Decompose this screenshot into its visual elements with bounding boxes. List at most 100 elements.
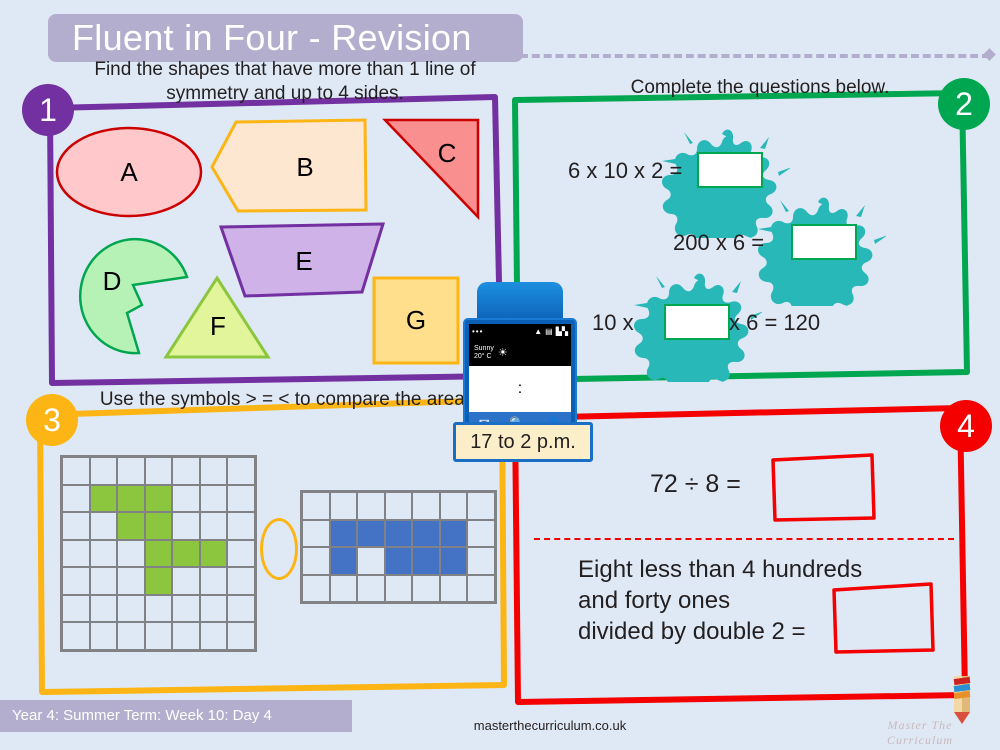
grid-cell[interactable]	[467, 547, 495, 575]
grid-cell[interactable]	[62, 567, 90, 595]
grid-cell[interactable]	[357, 492, 385, 520]
grid-cell[interactable]	[172, 512, 200, 540]
shape-label-d: D	[102, 265, 122, 296]
grid-cell[interactable]	[62, 484, 90, 513]
grid-cell[interactable]	[62, 512, 90, 540]
grid-cell[interactable]	[302, 574, 330, 602]
grid-cell[interactable]	[89, 457, 118, 485]
grid-cell[interactable]	[62, 594, 90, 623]
grid-cell[interactable]	[329, 519, 358, 547]
grid-cell[interactable]	[117, 457, 145, 485]
grid-cell[interactable]	[412, 492, 440, 520]
grid-cell[interactable]	[89, 512, 118, 540]
grid-cell[interactable]	[357, 574, 385, 602]
grid-cell[interactable]	[357, 547, 385, 575]
grid-cell[interactable]	[227, 539, 255, 568]
grid-cell[interactable]	[62, 457, 90, 485]
grid-cell[interactable]	[199, 484, 228, 513]
grid-cell[interactable]	[227, 512, 255, 540]
grid-cell[interactable]	[412, 519, 440, 547]
grid-cell[interactable]	[62, 539, 90, 568]
shape-label-g: G	[405, 304, 427, 335]
grid-cell[interactable]	[412, 574, 440, 602]
battery-icon: ▤	[545, 327, 553, 336]
grid-cell[interactable]	[227, 484, 255, 513]
weather-text: Sunny 20° C	[474, 345, 494, 360]
grid-cell[interactable]	[439, 547, 468, 575]
grid-cell[interactable]	[199, 512, 228, 540]
grid-cell[interactable]	[329, 547, 358, 575]
comparison-answer-oval[interactable]	[260, 518, 298, 580]
grid-cell[interactable]	[467, 574, 495, 602]
grid-cell[interactable]	[227, 457, 255, 485]
grid-cell[interactable]	[172, 484, 200, 513]
grid-cell[interactable]	[89, 484, 118, 513]
grid-cell[interactable]	[199, 594, 228, 623]
shape-d-sector	[78, 237, 189, 355]
shape-label-a: A	[120, 156, 138, 187]
grid-cell[interactable]	[144, 622, 173, 650]
grid-cell[interactable]	[199, 622, 228, 650]
grid-cell[interactable]	[439, 519, 468, 547]
grid-cell[interactable]	[89, 594, 118, 623]
green-grid[interactable]	[60, 455, 257, 652]
signal-icon: ▙▚	[555, 327, 568, 336]
blue-grid[interactable]	[300, 490, 497, 604]
grid-cell[interactable]	[89, 539, 118, 568]
grid-cell[interactable]	[117, 622, 145, 650]
grid-cell[interactable]	[89, 567, 118, 595]
grid-cell[interactable]	[199, 457, 228, 485]
answer-box-q3[interactable]	[664, 304, 730, 340]
grid-cell[interactable]	[302, 547, 330, 575]
grid-cell[interactable]	[384, 519, 413, 547]
grid-cell[interactable]	[172, 457, 200, 485]
equation-q4a: 72 ÷ 8 =	[650, 470, 741, 498]
grid-cell[interactable]	[144, 539, 173, 568]
answer-box-q1[interactable]	[697, 152, 763, 188]
grid-cell[interactable]	[172, 622, 200, 650]
shape-label-f: F	[210, 310, 226, 341]
answer-box-q4b[interactable]	[828, 578, 938, 658]
grid-cell[interactable]	[302, 492, 330, 520]
answer-box-q4a[interactable]	[768, 450, 878, 525]
grid-cell[interactable]	[117, 512, 145, 540]
grid-cell[interactable]	[172, 594, 200, 623]
grid-cell[interactable]	[117, 594, 145, 623]
grid-cell[interactable]	[62, 622, 90, 650]
grid-cell[interactable]	[384, 492, 413, 520]
grid-cell[interactable]	[172, 539, 200, 568]
answer-box-q2[interactable]	[791, 224, 857, 260]
grid-cell[interactable]	[439, 492, 468, 520]
grid-cell[interactable]	[199, 539, 228, 568]
grid-cell[interactable]	[227, 622, 255, 650]
grid-cell[interactable]	[117, 539, 145, 568]
grid-cell[interactable]	[467, 492, 495, 520]
grid-cell[interactable]	[227, 567, 255, 595]
grid-cell[interactable]	[199, 567, 228, 595]
grid-cell[interactable]	[144, 567, 173, 595]
phone-widget[interactable]: ••• ▲ ▤ ▙▚ Sunny 20° C ☀ : ✉ 🔍 👤 17 to 2…	[453, 282, 593, 482]
grid-cell[interactable]	[384, 547, 413, 575]
grid-cell[interactable]	[144, 512, 173, 540]
panel-4-divider	[534, 538, 954, 540]
grid-cell[interactable]	[144, 457, 173, 485]
grid-cell[interactable]	[439, 574, 468, 602]
shape-label-e: E	[295, 245, 313, 276]
grid-cell[interactable]	[329, 574, 358, 602]
grid-cell[interactable]	[412, 547, 440, 575]
grid-cell[interactable]	[302, 519, 330, 547]
grid-cell[interactable]	[172, 567, 200, 595]
grid-cell[interactable]	[329, 492, 358, 520]
grid-cell[interactable]	[117, 484, 145, 513]
phone-weather: Sunny 20° C ☀	[469, 340, 571, 366]
grid-cell[interactable]	[227, 594, 255, 623]
grid-cell[interactable]	[467, 519, 495, 547]
grid-cell[interactable]	[357, 519, 385, 547]
brand-script: Master The Curriculum	[886, 718, 953, 747]
phone-status-bar: ••• ▲ ▤ ▙▚	[469, 324, 571, 340]
grid-cell[interactable]	[117, 567, 145, 595]
grid-cell[interactable]	[384, 574, 413, 602]
grid-cell[interactable]	[89, 622, 118, 650]
grid-cell[interactable]	[144, 594, 173, 623]
grid-cell[interactable]	[144, 484, 173, 513]
